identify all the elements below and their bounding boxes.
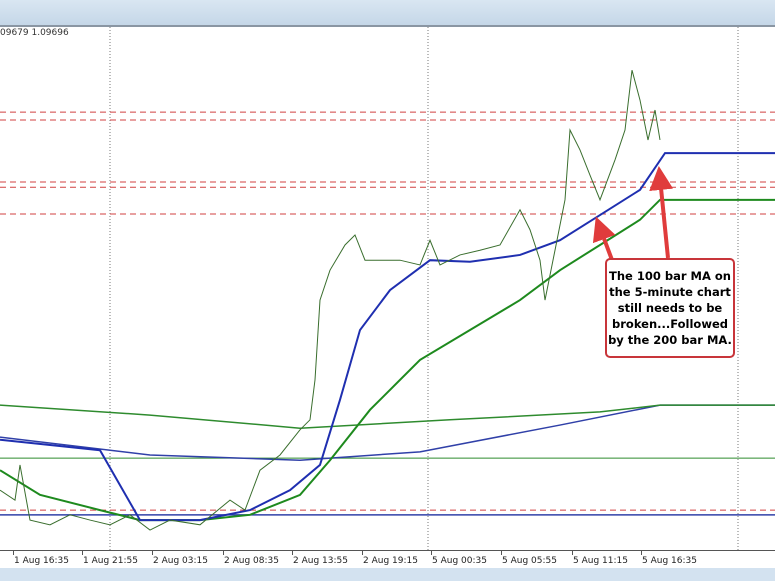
x-tick bbox=[223, 551, 224, 555]
x-tick-label: 2 Aug 19:15 bbox=[363, 556, 418, 566]
x-tick bbox=[82, 551, 83, 555]
x-tick-label: 2 Aug 08:35 bbox=[224, 556, 279, 566]
status-bar bbox=[0, 568, 775, 581]
x-tick bbox=[292, 551, 293, 555]
x-tick bbox=[152, 551, 153, 555]
x-tick-label: 1 Aug 21:55 bbox=[83, 556, 138, 566]
series-line bbox=[0, 198, 775, 522]
x-tick bbox=[572, 551, 573, 555]
x-tick bbox=[501, 551, 502, 555]
x-tick-label: 5 Aug 00:35 bbox=[432, 556, 487, 566]
x-tick-label: 2 Aug 03:15 bbox=[153, 556, 208, 566]
x-tick bbox=[13, 551, 14, 555]
x-tick-label: 2 Aug 13:55 bbox=[293, 556, 348, 566]
x-tick-label: 1 Aug 16:35 bbox=[14, 556, 69, 566]
annotation-arrow bbox=[649, 165, 674, 259]
series-line bbox=[0, 404, 775, 429]
x-tick-label: 5 Aug 16:35 bbox=[642, 556, 697, 566]
x-tick-label: 5 Aug 05:55 bbox=[502, 556, 557, 566]
annotation-box: The 100 bar MA on the 5-minute chart sti… bbox=[605, 258, 735, 358]
x-tick bbox=[641, 551, 642, 555]
x-tick bbox=[431, 551, 432, 555]
x-tick-label: 5 Aug 11:15 bbox=[573, 556, 628, 566]
x-tick bbox=[362, 551, 363, 555]
x-axis: 1 Aug 16:35 1 Aug 21:55 2 Aug 03:15 2 Aug 0… bbox=[0, 550, 775, 569]
